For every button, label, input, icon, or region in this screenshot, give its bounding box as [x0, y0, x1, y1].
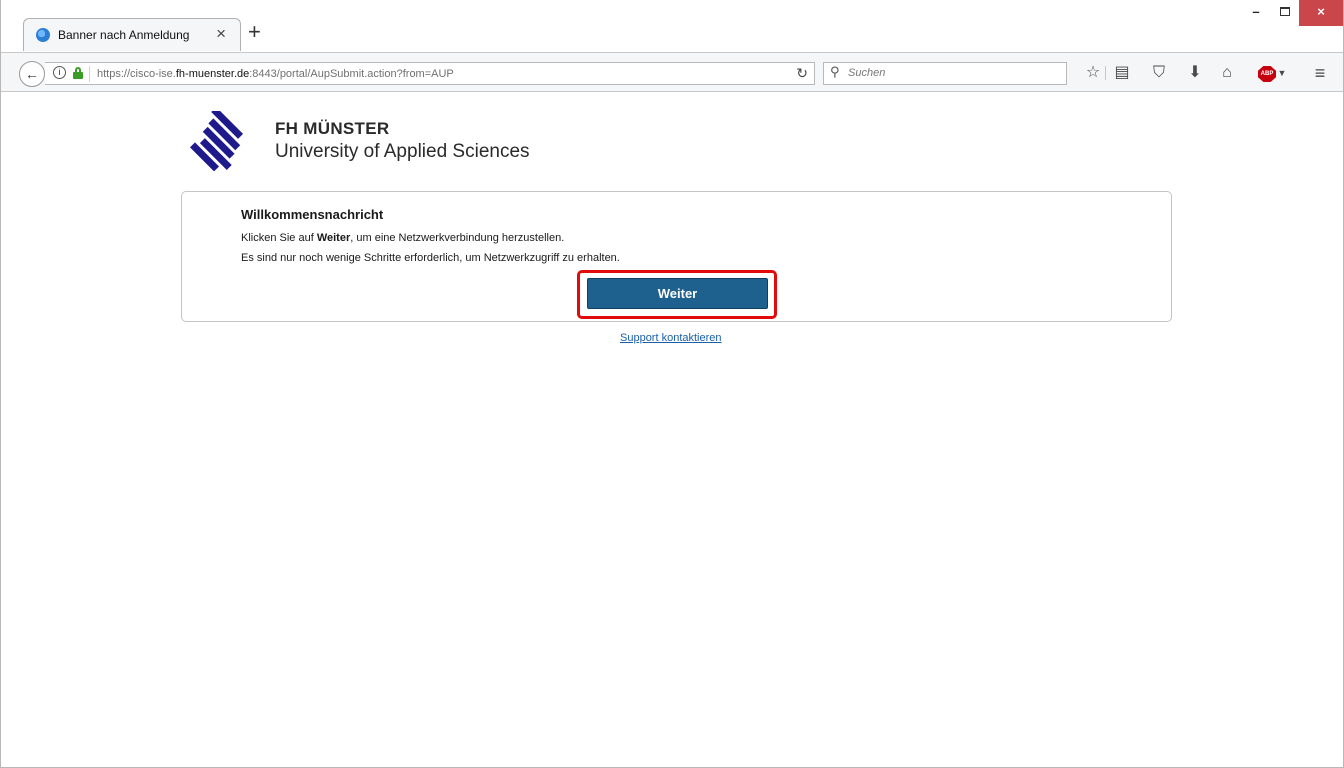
info-icon[interactable]: i — [53, 66, 66, 79]
home-icon[interactable]: ⌂ — [1217, 63, 1237, 83]
brand-title: FH MÜNSTER — [275, 119, 390, 138]
weiter-button[interactable]: Weiter — [587, 278, 768, 309]
toolbar-divider — [1105, 66, 1106, 80]
instruction-line-1: Klicken Sie auf Weiter, um eine Netzwerk… — [241, 232, 565, 244]
maximize-icon — [1280, 7, 1290, 16]
download-icon[interactable]: ⬇ — [1185, 63, 1205, 83]
globe-favicon-icon — [36, 28, 50, 42]
pocket-icon[interactable]: ⛉ — [1149, 63, 1169, 83]
search-input[interactable]: ⚲ Suchen — [823, 62, 1067, 85]
title-bar: Banner nach Anmeldung × + – × — [1, 0, 1343, 52]
fh-muenster-logo-icon — [190, 111, 244, 171]
new-tab-button[interactable]: + — [248, 21, 261, 43]
brand-subtitle: University of Applied Sciences — [275, 141, 530, 162]
navigation-toolbar: ← i https://cisco-ise.fh-muenster.de:844… — [1, 52, 1343, 92]
welcome-card: Willkommensnachricht Klicken Sie auf Wei… — [181, 191, 1172, 322]
page-content: FH MÜNSTER University of Applied Science… — [1, 93, 1343, 767]
url-divider — [89, 66, 90, 82]
search-icon: ⚲ — [830, 64, 840, 79]
window-close-button[interactable]: × — [1299, 0, 1343, 26]
tab-title: Banner nach Anmeldung — [58, 28, 190, 42]
welcome-heading: Willkommensnachricht — [241, 207, 384, 222]
back-button[interactable]: ← — [19, 61, 45, 87]
browser-window: Banner nach Anmeldung × + – × ← i https:… — [0, 0, 1344, 768]
reader-list-icon[interactable]: ▤ — [1112, 63, 1132, 83]
minimize-button[interactable]: – — [1241, 0, 1271, 26]
url-text[interactable]: https://cisco-ise.fh-muenster.de:8443/po… — [97, 68, 454, 80]
support-link[interactable]: Support kontaktieren — [620, 332, 722, 344]
reload-icon[interactable]: ↻ — [796, 65, 808, 82]
search-placeholder: Suchen — [848, 67, 886, 79]
star-icon[interactable]: ☆ — [1083, 63, 1103, 83]
lock-icon[interactable] — [73, 67, 83, 79]
url-bar[interactable]: i https://cisco-ise.fh-muenster.de:8443/… — [45, 62, 815, 85]
active-tab[interactable]: Banner nach Anmeldung × — [23, 18, 241, 51]
hamburger-menu-icon[interactable]: ≡ — [1309, 63, 1331, 83]
instruction-line-2: Es sind nur noch wenige Schritte erforde… — [241, 252, 620, 264]
adblock-plus-icon[interactable]: ABP — [1258, 66, 1276, 82]
chevron-down-icon[interactable]: ▼ — [1277, 63, 1287, 83]
maximize-button[interactable] — [1271, 0, 1299, 26]
tab-close-icon[interactable]: × — [216, 25, 226, 43]
